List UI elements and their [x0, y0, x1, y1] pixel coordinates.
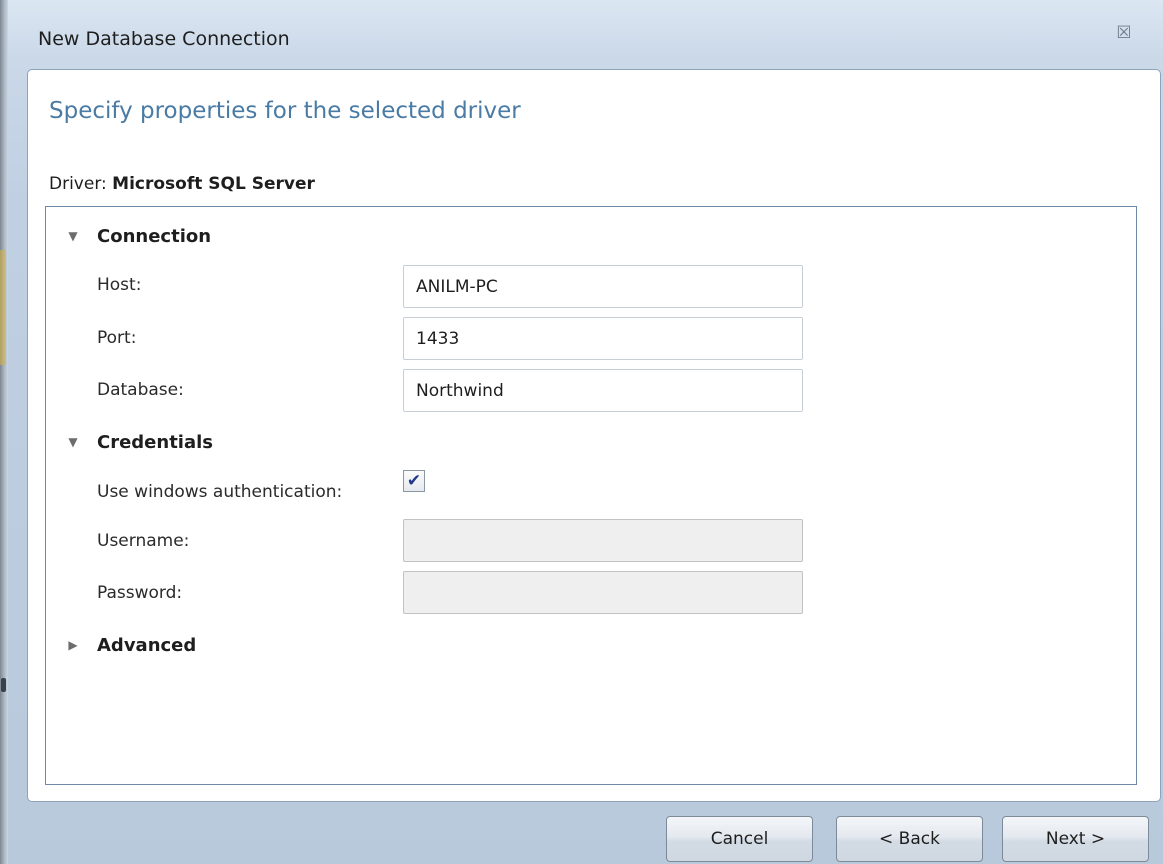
section-credentials-label: Credentials: [97, 431, 214, 453]
cancel-button[interactable]: Cancel: [666, 816, 813, 862]
close-icon: ☒: [1116, 23, 1132, 43]
windows-auth-label: Use windows authentication:: [97, 482, 343, 502]
dialog-content: Specify properties for the selected driv…: [27, 69, 1161, 802]
chevron-down-icon: ▼: [68, 229, 78, 243]
back-button[interactable]: < Back: [836, 816, 983, 862]
background-highlight: [0, 250, 6, 365]
port-label: Port:: [97, 328, 137, 348]
next-button[interactable]: Next >: [1002, 816, 1149, 862]
section-credentials-header[interactable]: ▼ Credentials: [46, 429, 213, 455]
driver-line: Driver: Microsoft SQL Server: [49, 174, 315, 194]
username-input[interactable]: [403, 519, 803, 562]
page-heading: Specify properties for the selected driv…: [49, 98, 521, 124]
windows-auth-checkbox[interactable]: ✔: [403, 470, 425, 492]
background-window-edge: [0, 0, 8, 864]
window-title: New Database Connection: [38, 28, 290, 50]
driver-name: Microsoft SQL Server: [112, 174, 315, 194]
chevron-down-icon: ▼: [68, 435, 78, 449]
database-input[interactable]: [403, 369, 803, 412]
password-label: Password:: [97, 583, 183, 603]
password-input[interactable]: [403, 571, 803, 614]
properties-panel: ▼ Connection Host: Port: Database: ▼ Cre…: [45, 206, 1137, 785]
database-label: Database:: [97, 380, 184, 400]
driver-label: Driver:: [49, 174, 107, 194]
username-label: Username:: [97, 531, 190, 551]
host-input[interactable]: [403, 265, 803, 308]
close-button[interactable]: ☒: [1110, 20, 1138, 46]
port-input[interactable]: [403, 317, 803, 360]
checkmark-icon: ✔: [406, 471, 422, 491]
section-advanced-label: Advanced: [97, 634, 197, 656]
background-marker: [1, 678, 6, 692]
section-advanced-header[interactable]: ▶ Advanced: [46, 632, 196, 658]
host-label: Host:: [97, 275, 142, 295]
section-connection-label: Connection: [97, 225, 212, 247]
dialog-window: New Database Connection ☒ Specify proper…: [8, 0, 1163, 864]
section-connection-header[interactable]: ▼ Connection: [46, 223, 211, 249]
chevron-right-icon: ▶: [68, 638, 78, 652]
